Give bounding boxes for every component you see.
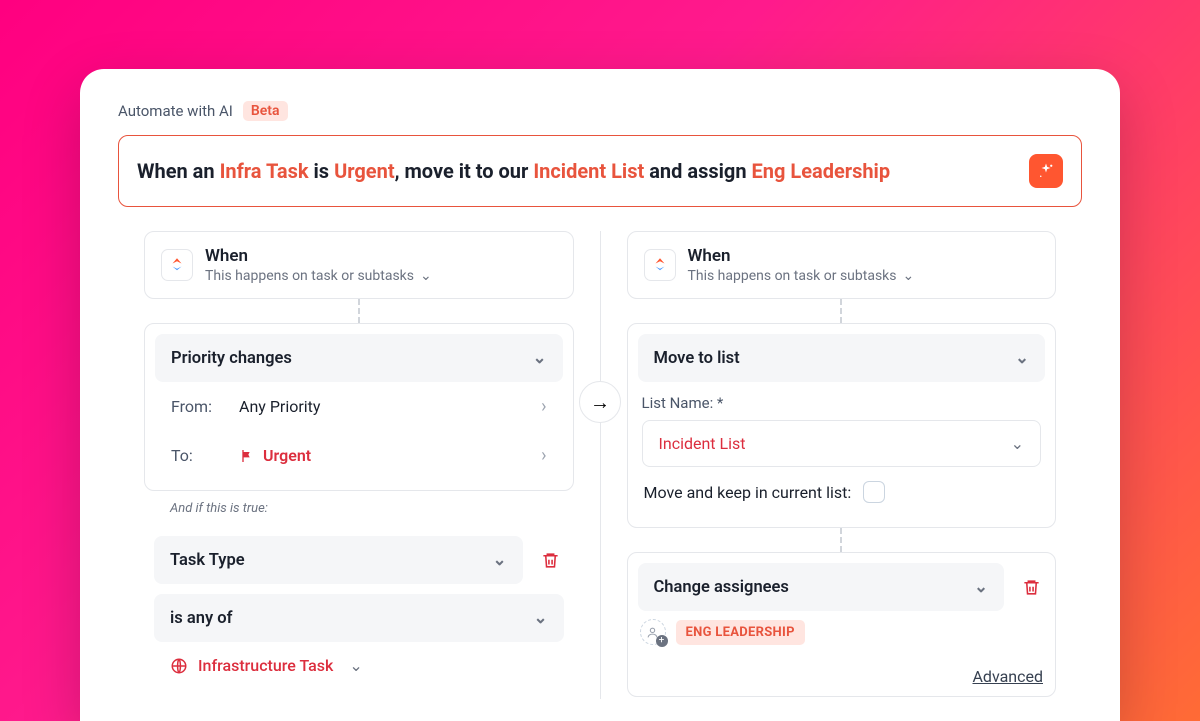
column-divider: →: [600, 231, 601, 699]
when-card[interactable]: When This happens on task or subtasks⌄: [144, 231, 574, 299]
columns: When This happens on task or subtasks⌄ P…: [118, 231, 1082, 699]
clickup-logo-icon: [644, 249, 676, 281]
chevron-down-icon: ⌄: [1011, 434, 1024, 453]
to-row[interactable]: To: Urgent ›: [155, 431, 563, 480]
header-title: Automate with AI: [118, 102, 233, 120]
trigger-type-dropdown[interactable]: Priority changes ⌄: [155, 334, 563, 382]
sparkle-icon: [1037, 162, 1055, 180]
chevron-down-icon: ⌄: [533, 348, 547, 368]
condition-value[interactable]: Infrastructure Task ⌄: [154, 642, 564, 689]
assignee-tag[interactable]: ENG LEADERSHIP: [676, 620, 805, 645]
chevron-down-icon: ⌄: [903, 268, 915, 284]
condition-field-dropdown[interactable]: Task Type ⌄: [154, 536, 523, 584]
delete-action-button[interactable]: [1018, 574, 1045, 601]
flag-icon: [239, 448, 255, 464]
trash-icon: [541, 551, 560, 570]
when-card[interactable]: When This happens on task or subtasks⌄: [627, 231, 1057, 299]
list-name-select[interactable]: Incident List ⌄: [642, 420, 1042, 467]
connector: [358, 299, 360, 323]
advanced-link[interactable]: Advanced: [972, 667, 1043, 686]
keep-in-list-row: Move and keep in current list:: [642, 467, 1042, 517]
chevron-down-icon: ⌄: [349, 656, 362, 675]
action-type-dropdown[interactable]: Change assignees ⌄: [638, 563, 1005, 611]
from-row[interactable]: From: Any Priority ›: [155, 382, 563, 431]
when-subtitle: This happens on task or subtasks⌄: [205, 268, 432, 284]
move-to-list-card: Move to list ⌄ List Name: * Incident Lis…: [627, 323, 1057, 528]
when-title: When: [205, 246, 432, 266]
clickup-logo-icon: [161, 249, 193, 281]
chevron-right-icon: ›: [541, 396, 546, 417]
arrow-right-icon: →: [579, 381, 621, 423]
trash-icon: [1022, 578, 1041, 597]
connector: [840, 299, 842, 323]
condition-card: Task Type ⌄ is any of ⌄ Infrastructure T…: [144, 526, 574, 699]
chevron-down-icon: ⌄: [1015, 348, 1029, 368]
trigger-card: Priority changes ⌄ From: Any Priority › …: [144, 323, 574, 491]
chevron-down-icon: ⌄: [493, 550, 507, 570]
add-assignee-button[interactable]: [640, 619, 666, 645]
chevron-right-icon: ›: [541, 445, 546, 466]
condition-operator-dropdown[interactable]: is any of ⌄: [154, 594, 564, 642]
ai-prompt-text: When an Infra Task is Urgent, move it to…: [137, 159, 890, 183]
beta-badge: Beta: [243, 101, 288, 121]
keep-in-list-checkbox[interactable]: [863, 481, 885, 503]
header: Automate with AI Beta: [118, 101, 1082, 121]
list-name-label: List Name: *: [642, 394, 1042, 412]
trigger-column: When This happens on task or subtasks⌄ P…: [118, 231, 600, 699]
chevron-down-icon: ⌄: [974, 577, 988, 597]
when-title: When: [688, 246, 915, 266]
connector: [840, 528, 842, 552]
ai-prompt-input[interactable]: When an Infra Task is Urgent, move it to…: [118, 135, 1082, 207]
chevron-down-icon: ⌄: [534, 608, 548, 628]
person-icon: [646, 626, 659, 639]
chevron-down-icon: ⌄: [420, 268, 432, 284]
delete-condition-button[interactable]: [537, 547, 564, 574]
when-subtitle: This happens on task or subtasks⌄: [688, 268, 915, 284]
action-column: When This happens on task or subtasks⌄ M…: [601, 231, 1083, 699]
condition-header: And if this is true:: [144, 491, 574, 526]
automation-panel: Automate with AI Beta When an Infra Task…: [80, 69, 1120, 721]
globe-icon: [170, 657, 188, 675]
change-assignees-card: Change assignees ⌄ ENG LEADERSHIP Advanc…: [627, 552, 1057, 697]
ai-generate-button[interactable]: [1029, 154, 1063, 188]
action-type-dropdown[interactable]: Move to list ⌄: [638, 334, 1046, 382]
